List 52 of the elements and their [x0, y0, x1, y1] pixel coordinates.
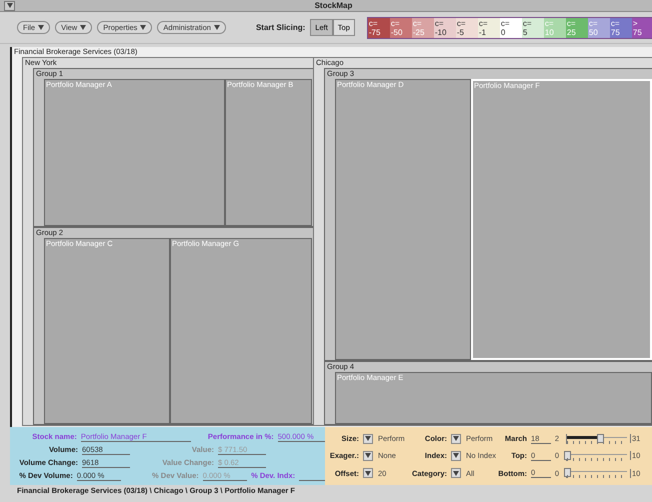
caret-icon [453, 453, 459, 458]
caret-icon [140, 25, 146, 30]
legend-operator: c= [412, 18, 423, 28]
window-title: StockMap [314, 1, 354, 10]
slicing-label: Start Slicing: [256, 23, 306, 32]
legend-value: 75 [610, 28, 621, 36]
legend-value: 10 [544, 28, 555, 36]
slider-thumb[interactable] [597, 434, 604, 443]
caret-icon [365, 470, 371, 476]
caret-icon [38, 25, 44, 30]
caret-icon [365, 453, 371, 458]
caret-icon [453, 436, 459, 442]
legend-operator: > [632, 18, 639, 28]
legend-value: -10 [434, 28, 448, 36]
legend-value: 50 [588, 28, 599, 36]
dropdown-button[interactable] [451, 434, 461, 444]
legend-value: -1 [478, 28, 488, 36]
slider[interactable] [566, 468, 627, 478]
legend-operator: c= [610, 18, 621, 28]
slider-thumb[interactable] [564, 468, 571, 478]
slider[interactable] [566, 434, 627, 444]
legend-value: 0 [500, 28, 506, 36]
legend-value: -25 [412, 28, 426, 36]
dropdown-button[interactable] [451, 468, 461, 478]
dropdown-button[interactable] [363, 468, 373, 478]
legend-operator: c= [522, 18, 533, 28]
caret-icon [214, 25, 220, 30]
dropdown-button[interactable] [451, 450, 461, 461]
dropdown-button[interactable] [363, 450, 373, 461]
slider-thumb[interactable] [564, 450, 571, 460]
caret-icon [80, 25, 86, 30]
legend-value: 75 [632, 28, 643, 36]
legend-value: -75 [368, 28, 382, 36]
window-menu-button[interactable] [4, 0, 15, 10]
legend-value: -50 [390, 28, 404, 36]
caret-icon [365, 436, 371, 442]
legend-operator: c= [456, 18, 467, 28]
legend-operator: c= [368, 18, 379, 28]
legend-operator: c= [544, 18, 555, 28]
legend-operator: c= [500, 18, 511, 28]
legend-operator: c= [566, 18, 577, 28]
legend-value: 5 [522, 28, 528, 36]
caret-icon [6, 3, 12, 8]
legend-value: -5 [456, 28, 466, 36]
legend-operator: c= [588, 18, 599, 28]
legend-operator: c= [434, 18, 445, 28]
legend-operator: c= [478, 18, 489, 28]
caret-icon [453, 470, 459, 476]
legend-value: 25 [566, 28, 577, 36]
slider-fill [567, 436, 600, 439]
legend-operator: c= [390, 18, 401, 28]
dropdown-button[interactable] [363, 434, 373, 444]
